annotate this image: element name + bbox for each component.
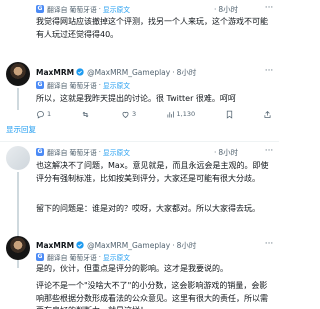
translated-from-label: 翻译自 葡萄牙语 — [47, 148, 97, 157]
tweet-actions: 1 3 1,130 — [36, 108, 272, 120]
show-replies-link[interactable]: 显示回复 — [6, 124, 36, 136]
show-original-link[interactable]: 显示原文 — [103, 147, 130, 157]
user-handle[interactable]: @MaxMRM_Gameplay — [87, 68, 170, 77]
tweet-text: 也这解决不了问题，Max。意见就是，而且永远会是主观的。即使评分有强制标准，比如… — [36, 161, 269, 183]
retweet-button[interactable] — [81, 110, 92, 119]
reply-count: 1 — [47, 110, 52, 118]
translate-icon: G — [36, 4, 44, 13]
more-icon[interactable]: ··· — [262, 66, 276, 78]
tweet-time[interactable]: 8小时 — [218, 4, 238, 15]
more-icon[interactable]: ··· — [262, 146, 276, 158]
translated-from-label: 翻译自 葡萄牙语 — [47, 253, 97, 262]
tweet-time[interactable]: 8小时 — [177, 240, 197, 251]
avatar[interactable] — [6, 146, 30, 170]
bookmark-icon — [226, 110, 232, 119]
divider — [0, 141, 279, 142]
translated-from-label: 翻译自 葡萄牙语 — [47, 81, 97, 90]
translate-icon: G — [36, 252, 44, 261]
translated-from-label: 翻译自 葡萄牙语 — [47, 5, 97, 14]
show-original-link[interactable]: 显示原文 — [103, 4, 130, 14]
avatar[interactable] — [6, 62, 30, 86]
tweet-text: 我觉得网站应该撤掉这个评测，找另一个人来玩，这个游戏不可能有人玩过还觉得得40。 — [36, 17, 268, 39]
tweet-header: MaxMRM @MaxMRM_Gameplay · 8小时 — [36, 67, 197, 78]
verified-badge-icon — [76, 68, 84, 76]
display-name[interactable]: MaxMRM — [36, 241, 74, 250]
translation-bar: G 翻译自 葡萄牙语 · 显示原文 — [36, 4, 131, 14]
show-original-link[interactable]: 显示原文 — [103, 252, 130, 262]
avatar[interactable] — [6, 236, 30, 260]
user-handle[interactable]: @MaxMRM_Gameplay — [87, 241, 170, 250]
more-icon[interactable]: ··· — [262, 3, 276, 15]
tweet-text-paragraph-2: 留下的问题是：谁是对的？哎呀，大家都对。所以大家得去玩。 — [36, 204, 260, 213]
translate-icon: G — [36, 80, 44, 89]
reply-button[interactable]: 1 — [36, 110, 51, 119]
verified-badge-icon — [76, 241, 84, 249]
share-button[interactable] — [263, 110, 272, 119]
tweet-3-meta: · 8小时 — [214, 147, 239, 158]
translate-icon: G — [36, 147, 44, 156]
share-icon — [264, 110, 271, 118]
thread-line — [17, 88, 19, 110]
retweet-icon — [82, 111, 88, 117]
tweet-text: 是的，伙计，但重点是评分的影响。这才是我要说的。 — [36, 264, 228, 273]
views-icon — [167, 111, 174, 117]
bookmark-button[interactable] — [225, 110, 234, 119]
reply-icon — [37, 110, 44, 119]
tweet-time[interactable]: 8小时 — [218, 147, 238, 158]
show-original-link[interactable]: 显示原文 — [103, 80, 130, 90]
tweet-time[interactable]: 8小时 — [177, 67, 197, 78]
views-button[interactable]: 1,130 — [166, 110, 196, 119]
like-button[interactable]: 3 — [121, 110, 136, 119]
like-count: 3 — [131, 110, 137, 118]
view-count: 1,130 — [176, 110, 196, 118]
translation-bar: G 翻译自 葡萄牙语 · 显示原文 — [36, 80, 131, 90]
more-icon[interactable]: ··· — [262, 239, 276, 251]
heart-icon — [122, 111, 129, 118]
tweet-1-meta: · 8小时 — [214, 4, 239, 15]
tweet-text-paragraph-2: 评论不是一个"没啥大不了"的小分数，这会影响游戏的销量，会影响那些根据分数形成看… — [36, 281, 268, 309]
display-name[interactable]: MaxMRM — [36, 68, 74, 77]
translation-bar: G 翻译自 葡萄牙语 · 显示原文 — [36, 252, 131, 262]
translation-bar: G 翻译自 葡萄牙语 · 显示原文 — [36, 147, 131, 157]
tweet-header: MaxMRM @MaxMRM_Gameplay · 8小时 — [36, 240, 197, 251]
tweet-text: 所以，这就是我昨天提出的讨论。很 Twitter 很难。呵呵 — [36, 94, 236, 103]
